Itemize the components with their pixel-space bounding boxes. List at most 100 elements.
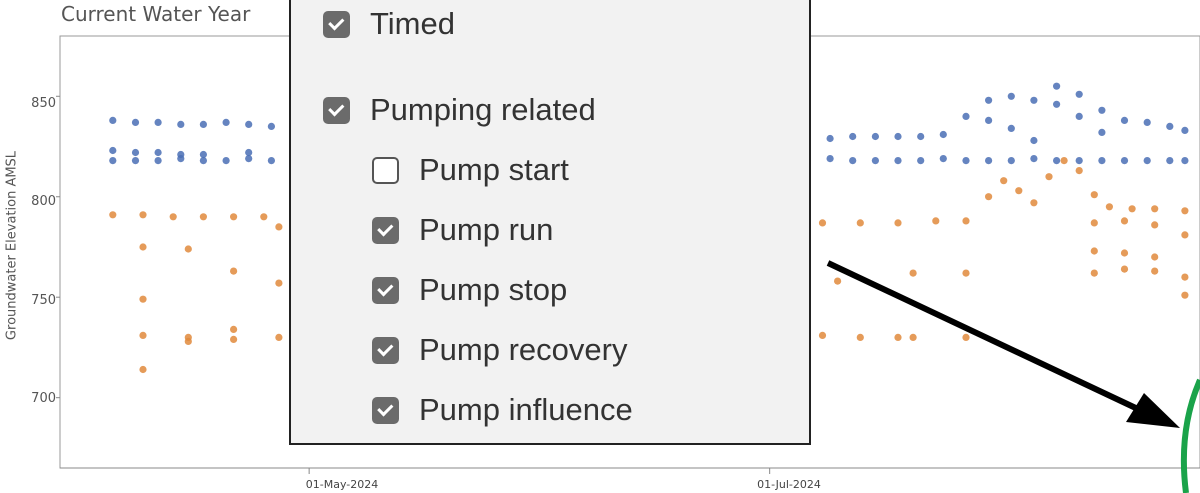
data-point	[109, 116, 117, 124]
filter-option-pump-influence[interactable]: Pump influence	[372, 392, 633, 428]
data-point	[871, 132, 880, 141]
x-tick-label: 01-May-2024	[305, 478, 379, 491]
data-point	[1007, 157, 1015, 165]
checkbox[interactable]	[372, 336, 399, 364]
checkbox[interactable]	[372, 216, 399, 244]
filter-option-pump-stop[interactable]: Pump stop	[372, 272, 567, 308]
option-label: Pump stop	[419, 272, 568, 307]
data-point	[1143, 118, 1151, 126]
data-point	[871, 157, 880, 165]
data-point	[154, 157, 162, 165]
y-tick-label: 700	[31, 391, 56, 406]
data-point	[1000, 177, 1008, 185]
data-point	[1181, 231, 1189, 239]
data-point	[985, 193, 993, 201]
data-point	[230, 267, 238, 275]
data-point	[1075, 157, 1083, 165]
data-point	[1030, 96, 1038, 104]
filter-popup: Timed Pumping related Pump start Pump ru…	[289, 0, 811, 445]
data-point	[109, 146, 117, 155]
data-point	[1120, 217, 1129, 225]
data-point	[275, 279, 283, 287]
data-point	[131, 148, 140, 157]
data-point	[1181, 157, 1189, 165]
data-point	[1181, 126, 1189, 134]
data-point	[1151, 267, 1159, 275]
checkbox[interactable]	[372, 156, 399, 184]
checkbox[interactable]	[372, 396, 399, 424]
data-point	[154, 148, 162, 157]
data-point	[199, 213, 207, 221]
data-point	[1181, 291, 1189, 299]
y-tick-label: 800	[31, 194, 56, 209]
data-point	[962, 112, 970, 120]
data-point	[199, 150, 207, 159]
data-point	[985, 96, 993, 104]
data-point	[1128, 205, 1136, 213]
data-point	[131, 157, 140, 165]
data-point	[260, 213, 268, 221]
data-point	[1120, 116, 1129, 124]
data-point	[139, 243, 147, 251]
data-point	[1120, 265, 1129, 273]
data-point	[1120, 157, 1129, 165]
data-point	[222, 157, 230, 165]
data-point	[985, 157, 993, 165]
data-point	[909, 333, 917, 341]
data-point	[1030, 199, 1038, 207]
filter-option-pump-start[interactable]: Pump start	[372, 152, 569, 188]
data-point	[826, 134, 834, 143]
data-point	[1098, 106, 1106, 114]
data-point	[1151, 253, 1159, 261]
filter-option-timed[interactable]: Timed	[323, 6, 455, 42]
data-point	[1075, 90, 1083, 98]
option-label: Pump influence	[419, 392, 633, 427]
data-point	[894, 132, 902, 141]
data-point	[818, 331, 827, 339]
data-point	[1053, 100, 1061, 108]
data-point	[939, 130, 947, 139]
data-point	[230, 325, 238, 333]
data-point	[267, 122, 275, 130]
data-point	[1151, 221, 1159, 229]
data-point	[1053, 82, 1061, 90]
data-point	[1143, 157, 1151, 165]
data-point	[1045, 173, 1053, 181]
checkbox[interactable]	[372, 276, 399, 304]
data-point	[894, 333, 902, 341]
data-point	[962, 157, 970, 165]
data-point	[1181, 207, 1189, 215]
data-point	[1060, 157, 1068, 165]
checkbox[interactable]	[323, 96, 350, 124]
data-point	[1166, 157, 1174, 165]
data-point	[139, 295, 147, 303]
y-tick-label: 850	[31, 96, 56, 111]
data-point	[184, 245, 192, 253]
data-point	[894, 157, 902, 165]
data-point	[1105, 203, 1113, 211]
data-point	[245, 120, 253, 128]
option-label: Pump run	[419, 212, 554, 247]
data-point	[856, 333, 864, 341]
data-point	[154, 118, 162, 126]
data-point	[834, 277, 842, 285]
data-point	[230, 213, 238, 221]
filter-option-pump-recovery[interactable]: Pump recovery	[372, 332, 627, 368]
data-point	[177, 150, 185, 159]
data-point	[1166, 122, 1174, 130]
data-point	[1151, 205, 1159, 213]
data-point	[1030, 136, 1038, 145]
filter-option-pump-run[interactable]: Pump run	[372, 212, 553, 248]
data-point	[131, 118, 140, 126]
data-point	[1120, 249, 1129, 257]
data-point	[917, 157, 925, 165]
checkbox[interactable]	[323, 10, 350, 38]
data-point	[939, 155, 947, 163]
option-label: Pump recovery	[419, 332, 628, 367]
option-label: Pump start	[419, 152, 569, 187]
data-point	[962, 217, 970, 225]
filter-option-pumping-related[interactable]: Pumping related	[323, 92, 596, 128]
data-point	[230, 335, 238, 343]
data-point	[849, 157, 857, 165]
data-point	[962, 269, 970, 277]
